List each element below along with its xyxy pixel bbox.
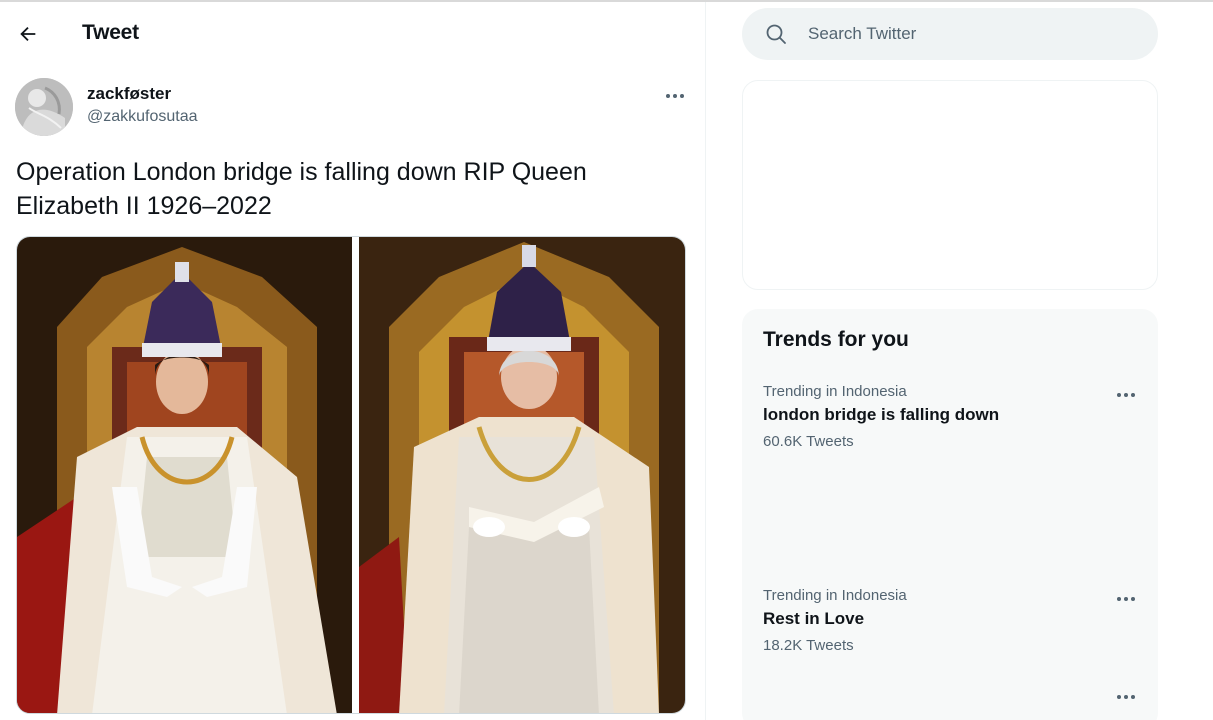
queen-young-photo (17, 237, 352, 713)
trends-title: Trends for you (763, 328, 909, 351)
tweet-photo-left[interactable] (17, 237, 352, 713)
trend-more-button[interactable] (1110, 685, 1142, 709)
trend-item[interactable]: Trending in Indonesia london bridge is f… (742, 383, 1158, 479)
search-bar[interactable] (742, 8, 1158, 60)
author-display-name[interactable]: zackføster (87, 84, 171, 104)
more-horizontal-icon (666, 94, 684, 98)
trend-name: london bridge is falling down (763, 405, 1000, 424)
trend-more-button[interactable] (1110, 587, 1142, 611)
trends-panel: Trends for you Trending in Indonesia lon… (742, 309, 1158, 720)
more-horizontal-icon (1117, 393, 1135, 397)
empty-sidebar-card (742, 80, 1158, 290)
tweet-text: Operation London bridge is falling down … (16, 158, 587, 220)
more-horizontal-icon (1117, 695, 1135, 699)
tweet-header: Tweet (0, 2, 706, 62)
tweet-more-button[interactable] (660, 84, 690, 108)
arrow-left-icon (20, 26, 36, 42)
trend-tweet-count: 18.2K Tweets (763, 637, 854, 654)
search-icon (766, 24, 786, 44)
tweet-photo-right[interactable] (359, 237, 685, 713)
trend-context: Trending in Indonesia (763, 383, 907, 400)
avatar[interactable] (15, 78, 73, 136)
tweet-column: Tweet zackføster @zakkufosutaa Operation… (0, 2, 706, 720)
back-button[interactable] (10, 16, 46, 52)
trend-name: Rest in Love (763, 609, 865, 628)
trend-context: Trending in Indonesia (763, 587, 907, 604)
avatar-image (15, 78, 73, 136)
more-horizontal-icon (1117, 597, 1135, 601)
trend-tweet-count: 60.6K Tweets (763, 433, 854, 450)
trend-more-button[interactable] (1110, 383, 1142, 407)
tweet-media (16, 236, 686, 714)
author-handle[interactable]: @zakkufosutaa (87, 108, 198, 126)
trend-item[interactable]: Trending in Indonesia Rest in Love 18.2K… (742, 587, 1158, 683)
page-title: Tweet (82, 21, 139, 44)
queen-elder-photo (359, 237, 685, 713)
search-input[interactable] (808, 8, 1138, 60)
